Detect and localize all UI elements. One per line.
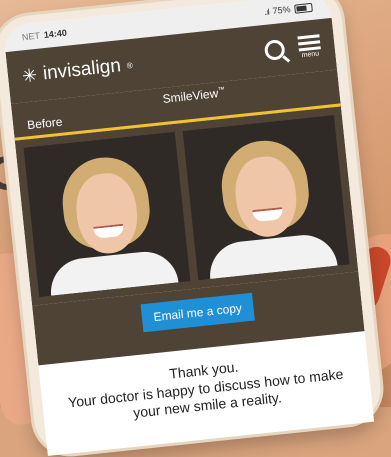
phone-device: NET 14:40 ..ıl 75% ✳ invisalign ® menu B… [0, 0, 385, 457]
trademark-mark: ™ [217, 86, 226, 95]
menu-button[interactable]: menu [297, 33, 321, 59]
invisalign-logo-icon: ✳ [20, 64, 39, 87]
brand[interactable]: ✳ invisalign ® [21, 54, 134, 87]
smileview-text: SmileView [161, 86, 219, 106]
battery-icon [294, 2, 313, 14]
email-copy-button[interactable]: Email me a copy [140, 292, 256, 333]
search-icon[interactable] [263, 39, 286, 61]
smileview-title: SmileView™ [161, 85, 226, 106]
before-photo [23, 131, 191, 297]
registered-mark: ® [126, 60, 134, 71]
status-left: NET 14:40 [21, 28, 67, 43]
menu-icon [297, 33, 321, 51]
brand-name: invisalign [41, 55, 122, 85]
before-label: Before [26, 114, 64, 133]
battery-percent: 75% [272, 4, 292, 16]
clock: 14:40 [43, 27, 68, 41]
signal-icon: ..ıl [263, 6, 270, 17]
phone-screen: NET 14:40 ..ıl 75% ✳ invisalign ® menu B… [2, 0, 375, 456]
header-actions: menu [263, 33, 322, 63]
status-right: ..ıl 75% [264, 2, 313, 17]
carrier-label: NET [21, 30, 41, 43]
menu-label: menu [301, 49, 320, 59]
after-photo [182, 115, 350, 281]
